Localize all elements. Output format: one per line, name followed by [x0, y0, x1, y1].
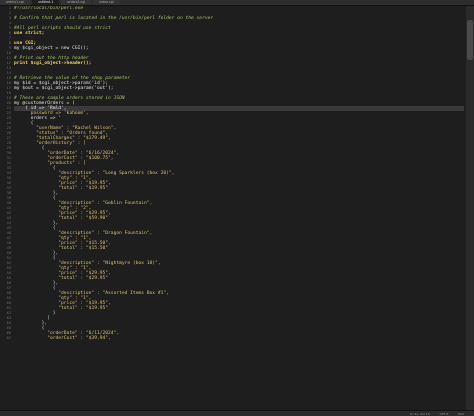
language-indicator[interactable]: Perl: [458, 412, 464, 416]
tab-0[interactable]: orders1.cgi: [0, 0, 30, 5]
cursor-position: Ln 21, Col 14: [409, 411, 430, 416]
tab-3[interactable]: index.cgi: [93, 0, 120, 5]
tab-1[interactable]: untitled-1: [31, 0, 60, 5]
line-number: 67: [6, 336, 11, 340]
vertical-scrollbar[interactable]: [466, 6, 474, 410]
status-bar: Ln 21, Col 14 UTF-8 Perl: [0, 410, 474, 416]
encoding-indicator[interactable]: UTF-8: [440, 412, 449, 416]
code-editor[interactable]: 1 #!/usr/local/bin/perl.exe 2 3 # Confirm th…: [0, 6, 474, 410]
tab-2[interactable]: orders2.cgi: [61, 0, 92, 5]
code-text: "orderCost" : "$39.94",: [14, 336, 111, 341]
scrollbar-thumb[interactable]: [467, 20, 473, 60]
code-area[interactable]: 1 #!/usr/local/bin/perl.exe 2 3 # Confirm th…: [7, 6, 464, 410]
code-line[interactable]: 67 "orderCost" : "$39.94",: [7, 336, 464, 341]
